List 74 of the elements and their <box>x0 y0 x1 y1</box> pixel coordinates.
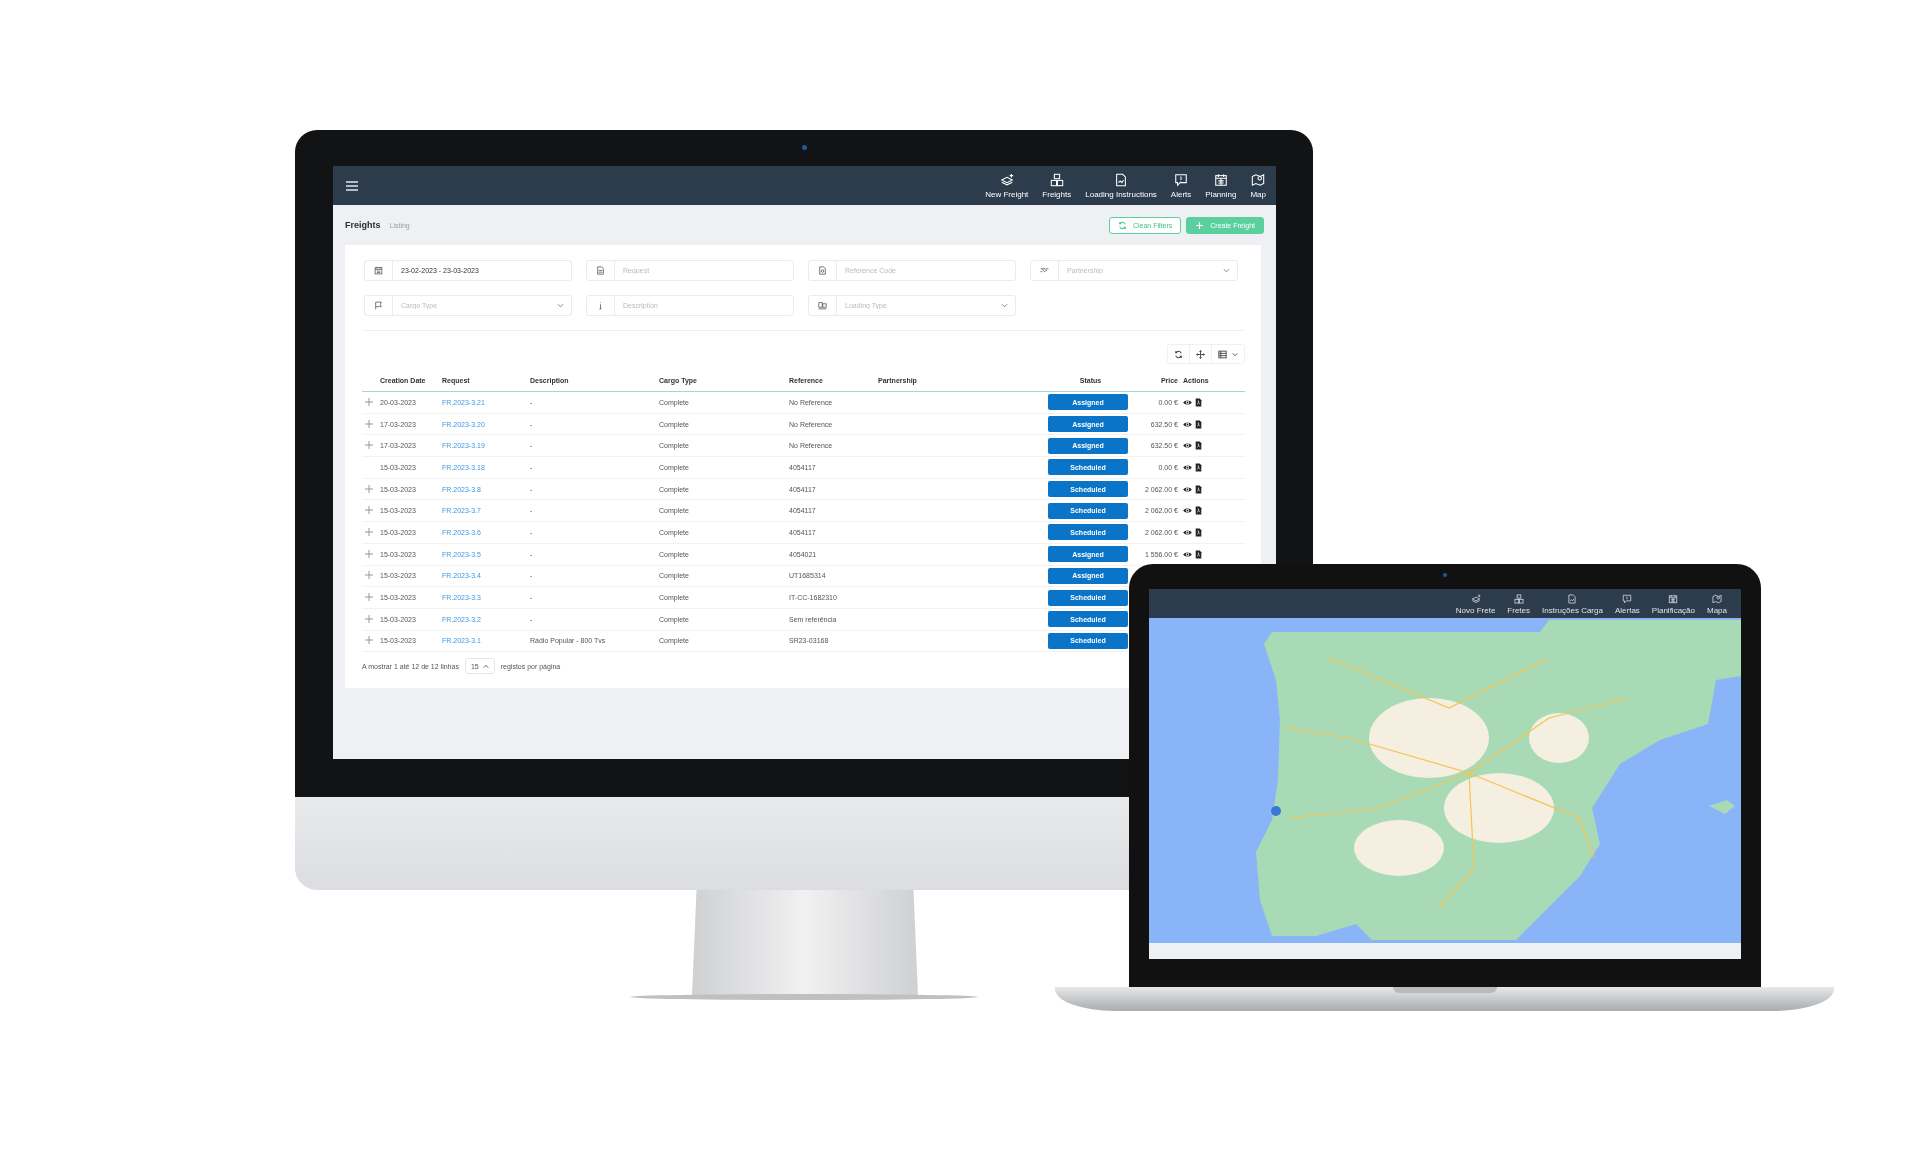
menu-icon[interactable] <box>345 179 359 192</box>
move-arrows-icon <box>1196 349 1205 359</box>
boxes-icon <box>1513 594 1524 604</box>
view-eye-icon[interactable] <box>1183 441 1192 451</box>
map-pin-icon <box>1712 594 1722 604</box>
nav-item[interactable]: Planning <box>1205 172 1237 199</box>
nav-label: Planning <box>1205 189 1237 199</box>
document-icon <box>1567 594 1578 604</box>
view-eye-icon[interactable] <box>1183 527 1192 537</box>
view-eye-icon[interactable] <box>1183 397 1192 407</box>
calendar-icon <box>1213 172 1228 187</box>
plus-icon <box>1195 220 1205 230</box>
pdf-file-icon[interactable] <box>1194 397 1203 407</box>
pdf-file-icon[interactable] <box>1194 441 1203 451</box>
refresh-button[interactable] <box>1168 345 1190 363</box>
nav-label: Freights <box>1042 189 1072 199</box>
nav-item[interactable]: Alertas <box>1614 594 1640 615</box>
nav-label: Fretes <box>1507 606 1530 615</box>
calendar-icon <box>374 266 383 275</box>
nav-item[interactable]: Instruções Carga <box>1542 594 1603 615</box>
view-eye-icon[interactable] <box>1183 484 1192 494</box>
layers-plus-icon <box>999 172 1014 187</box>
nav-label: Novo Frete <box>1455 606 1496 615</box>
nav-item[interactable]: Mapa <box>1707 594 1727 615</box>
pdf-file-icon[interactable] <box>1194 506 1203 516</box>
table-icon <box>1218 349 1227 359</box>
view-eye-icon[interactable] <box>1183 419 1192 429</box>
nav-item[interactable]: Map <box>1250 172 1266 199</box>
view-eye-icon[interactable] <box>1183 506 1192 516</box>
calendar-icon <box>1668 594 1679 604</box>
nav-item[interactable]: Loading Instructions <box>1085 172 1157 199</box>
nav-item[interactable]: Planificação <box>1651 594 1695 615</box>
nav-label: Map <box>1250 189 1266 199</box>
document-icon <box>1114 172 1129 187</box>
refresh-icon <box>1174 349 1183 359</box>
nav-item[interactable]: New Freight <box>985 172 1029 199</box>
alert-bubble-icon <box>1622 594 1633 604</box>
nav-label: Alerts <box>1170 189 1192 199</box>
nav-label: Mapa <box>1707 606 1727 615</box>
refresh-icon <box>1117 220 1127 230</box>
caret-icon <box>1232 351 1238 357</box>
caret-icon <box>1223 268 1230 273</box>
nav-label: Planificação <box>1651 606 1695 615</box>
nav-label: Alertas <box>1614 606 1640 615</box>
pdf-file-icon[interactable] <box>1194 484 1203 494</box>
pdf-file-icon[interactable] <box>1194 527 1203 537</box>
info-icon <box>596 301 605 310</box>
pdf-file-icon[interactable] <box>1194 549 1203 559</box>
nav-label: New Freight <box>985 189 1029 199</box>
page-title: Freights <box>345 220 381 230</box>
caret-icon <box>557 303 564 308</box>
caret-icon <box>482 663 489 669</box>
view-eye-icon[interactable] <box>1183 462 1192 472</box>
loading-dock-icon <box>818 301 827 310</box>
pdf-file-icon[interactable] <box>1194 462 1203 472</box>
camera-dot <box>802 145 807 150</box>
caret-icon <box>1001 303 1008 308</box>
nav-item[interactable]: Freights <box>1042 172 1072 199</box>
nav-item[interactable]: Fretes <box>1507 594 1530 615</box>
map-pin-icon <box>1251 172 1266 187</box>
pdf-file-icon[interactable] <box>1194 419 1203 429</box>
nav-item[interactable]: Novo Frete <box>1455 594 1496 615</box>
camera-dot <box>1443 573 1447 577</box>
nav-label: Loading Instructions <box>1085 189 1157 199</box>
boxes-icon <box>1049 172 1064 187</box>
nav-item[interactable]: Alerts <box>1170 172 1192 199</box>
layers-plus-icon <box>1470 594 1481 604</box>
flag-icon <box>374 301 383 310</box>
document-gear-icon <box>818 266 827 275</box>
handshake-icon <box>1040 266 1049 275</box>
view-eye-icon[interactable] <box>1183 549 1192 559</box>
alert-bubble-icon <box>1174 172 1189 187</box>
nav-label: Instruções Carga <box>1542 606 1603 615</box>
document-icon <box>596 266 605 275</box>
